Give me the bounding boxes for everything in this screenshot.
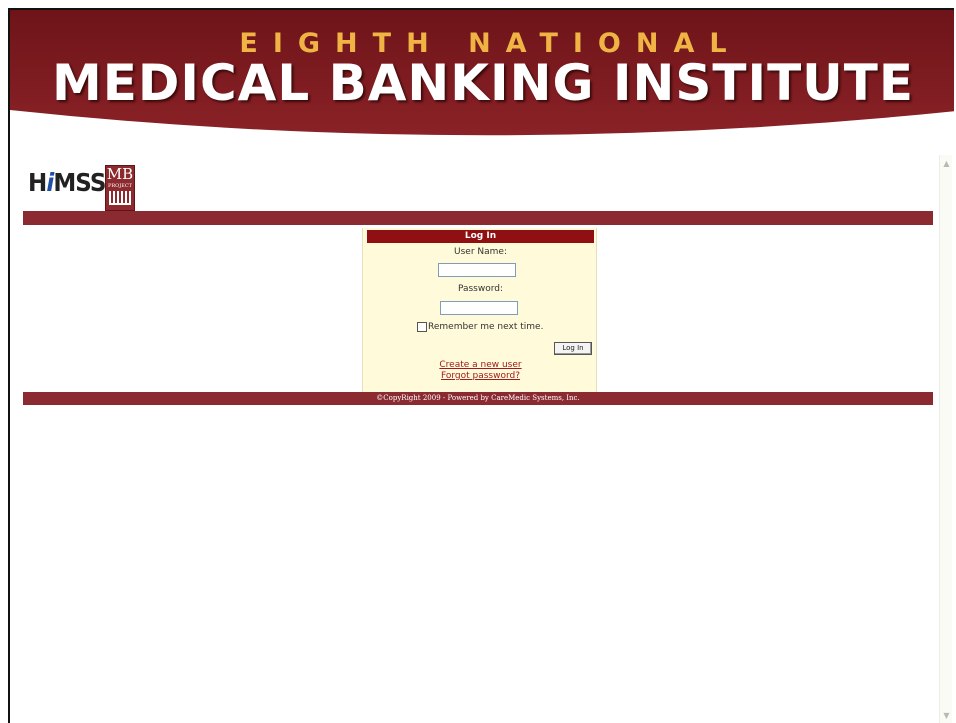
mb-logo-title: MB [106,165,134,183]
banner-title: MEDICAL BANKING INSTITUTE [51,54,915,112]
login-heading: Log In [367,230,594,243]
scroll-up-arrow-icon[interactable]: ▲ [942,159,951,168]
columns-icon [109,191,131,205]
login-panel: Log In User Name: Password: Remember me … [362,228,597,392]
login-button[interactable]: Log In [554,342,592,355]
forgot-password-link[interactable]: Forgot password? [363,371,598,381]
password-input[interactable] [440,301,518,315]
remember-label: Remember me next time. [428,322,544,332]
slide-frame: EIGHTH NATIONAL MEDICAL BANKING INSTITUT… [8,8,954,723]
password-label: Password: [457,284,504,294]
remember-row[interactable]: Remember me next time. [417,322,543,332]
banner: EIGHTH NATIONAL MEDICAL BANKING INSTITUT… [10,10,954,145]
himss-logo: HiMSS [28,168,106,197]
remember-checkbox[interactable] [417,322,427,332]
footer-bar: ©CopyRight 2009 - Powered by CareMedic S… [23,392,933,405]
mb-project-logo: MB PROJECT [105,165,135,211]
create-user-link[interactable]: Create a new user [363,360,598,370]
username-label: User Name: [454,247,507,257]
scroll-down-arrow-icon[interactable]: ▼ [942,711,951,720]
mb-logo-sub: PROJECT [107,183,133,189]
vertical-scrollbar[interactable]: ▲ ▼ [939,155,952,723]
username-input[interactable] [438,263,516,277]
header-bar [23,211,933,225]
copyright-text: ©CopyRight 2009 - Powered by CareMedic S… [376,394,580,402]
